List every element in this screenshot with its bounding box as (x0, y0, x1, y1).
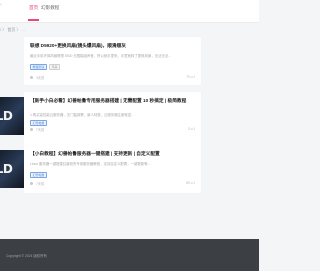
tab-tutorials[interactable]: 幻影教程 (41, 5, 59, 11)
post-date: 3天前 (36, 76, 45, 80)
avatar (30, 76, 33, 79)
post-thumbnail[interactable]: RLD (0, 150, 24, 188)
post-meta: 7天前 (30, 127, 44, 132)
post-card[interactable]: 联想 D5920+更换风扇(镜头爆风扇)，顺滑顺灰 最近手机坏掉风扇联想 592… (24, 37, 201, 85)
post-tag[interactable]: 风扇 (49, 64, 61, 70)
post-excerpt: Linux 服务器一键搭建幻兽帕鲁专用服务器教程，支持自定义配置，一键更新等..… (30, 162, 151, 166)
post-stats: 3 ⊙1 (187, 127, 195, 131)
breadcrumb: / 〉 首页 〉 ... (0, 27, 25, 32)
thumbnail-text: RLD (0, 162, 13, 176)
arrow-icon: ‹ (0, 2, 2, 8)
post-excerpt: 1.购买高性能云服务器，无门槛部署，新人特惠，云服务器注册就送... (30, 113, 134, 117)
avatar (30, 182, 33, 185)
post-excerpt: 最近手机坏掉风扇联想 5920 无限模组声音，所以就手里来。手里就转了更换风扇，… (30, 54, 172, 58)
post-date: 7天前 (36, 128, 45, 132)
post-card[interactable]: 【新手小白必看】幻兽帕鲁专用服务器搭建 | 无需配置 10 秒搞定 | 极简教程… (24, 92, 201, 146)
post-meta: 3天前 (30, 75, 44, 80)
post-tag[interactable]: 幻兽帕鲁 (30, 172, 48, 178)
post-title[interactable]: 【小白教程】幻兽帕鲁服务器一键搭建 | 支持更新 | 自定义配置 (30, 151, 195, 157)
post-tag[interactable]: 教程测试 (30, 64, 48, 70)
thumbnail-text: RLD (0, 109, 13, 123)
post-stats: 69 ⊙1 (186, 181, 195, 185)
post-thumbnail[interactable]: RLD (0, 97, 24, 135)
post-stats: 70 ⊙1 (186, 75, 195, 79)
post-title[interactable]: 【新手小白必看】幻兽帕鲁专用服务器搭建 | 无需配置 10 秒搞定 | 极简教程 (30, 98, 195, 104)
post-meta: 7天前 (30, 181, 44, 186)
footer-copyright: Copyright © 2024 版权所有 (6, 254, 47, 258)
tab-home[interactable]: 首页 (29, 5, 38, 11)
post-card[interactable]: 【小白教程】幻兽帕鲁服务器一键搭建 | 支持更新 | 自定义配置 Linux 服… (24, 145, 201, 193)
avatar (30, 128, 33, 131)
top-navigation: ‹ 首页 幻影教程 (0, 0, 259, 23)
post-title[interactable]: 联想 D5920+更换风扇(镜头爆风扇)，顺滑顺灰 (30, 43, 195, 49)
post-tag[interactable]: 幻兽帕鲁 (30, 120, 48, 126)
site-footer: Copyright © 2024 版权所有 (0, 239, 259, 271)
post-date: 7天前 (36, 182, 45, 186)
active-tab-indicator (28, 19, 39, 21)
